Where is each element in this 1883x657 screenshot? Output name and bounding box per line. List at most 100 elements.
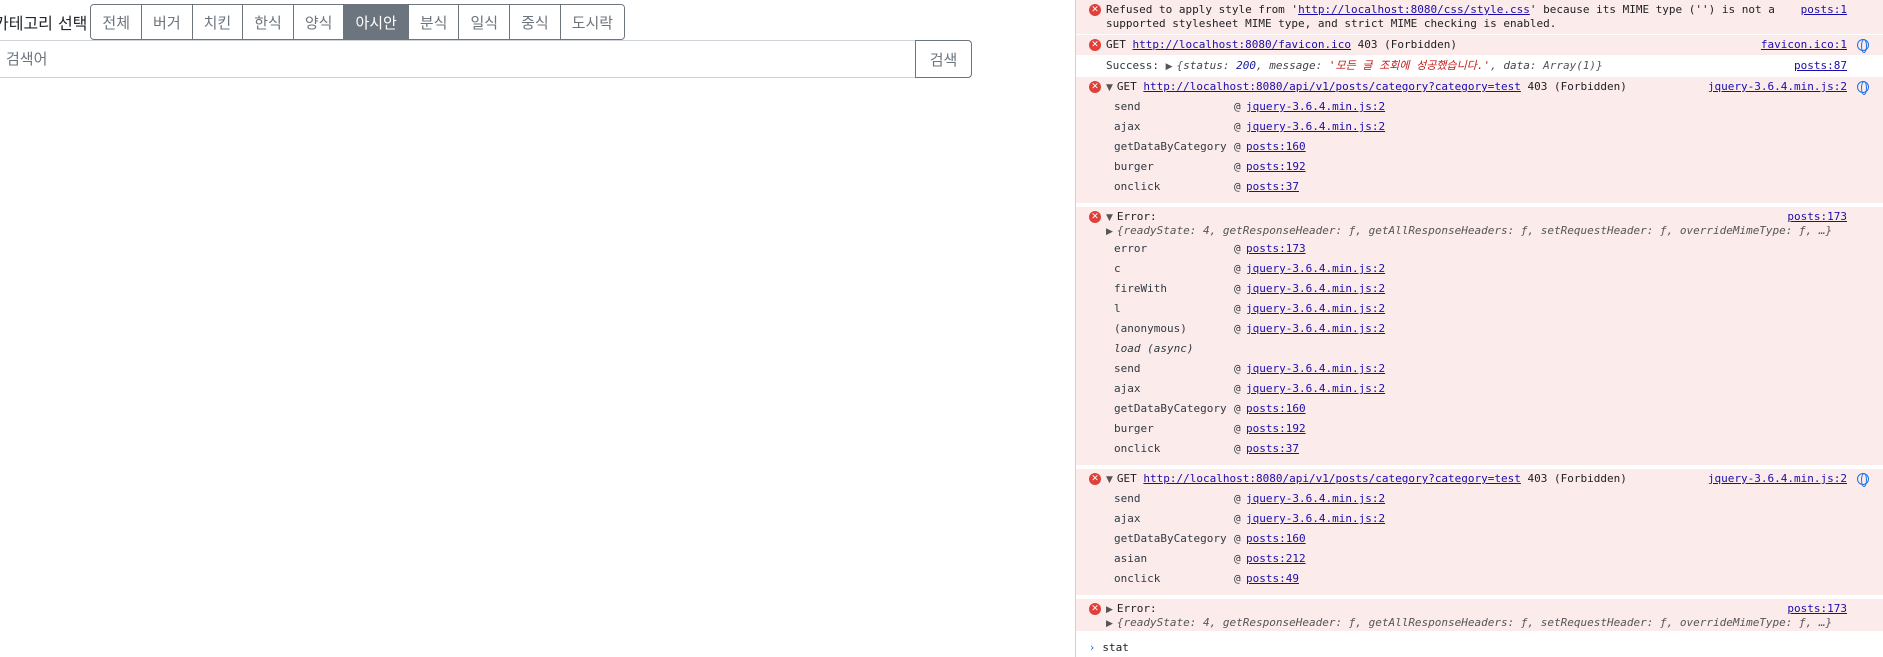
at-symbol: @ (1234, 302, 1241, 315)
stack-source-link[interactable]: jquery-3.6.4.min.js:2 (1246, 489, 1385, 509)
stack-source-link[interactable]: jquery-3.6.4.min.js:2 (1246, 279, 1385, 299)
object-value: 200 (1236, 59, 1257, 72)
stack-source-link[interactable]: jquery-3.6.4.min.js:2 (1246, 117, 1385, 137)
stack-frame: onclick @ posts:49 (1076, 569, 1883, 589)
stack-function: fireWith (1114, 282, 1167, 295)
stack-source-link[interactable]: jquery-3.6.4.min.js:2 (1246, 379, 1385, 399)
stack-source-link[interactable]: posts:37 (1246, 439, 1299, 459)
stack-frame: (anonymous) @ jquery-3.6.4.min.js:2 (1076, 319, 1883, 339)
console-error-stylesheet: ✕ Refused to apply style from 'http://lo… (1076, 0, 1883, 35)
at-symbol: @ (1234, 572, 1241, 585)
stack-source-link[interactable]: posts:160 (1246, 529, 1306, 549)
error-icon: ✕ (1089, 81, 1101, 93)
at-symbol: @ (1234, 512, 1241, 525)
console-error-get-category-asian: ✕ ▼ GET http://localhost:8080/api/v1/post… (1076, 469, 1883, 596)
category-label: 카테고리 선택 (0, 14, 88, 33)
search-bar: 검색 (0, 40, 972, 78)
category-button[interactable]: 일식 (458, 5, 510, 39)
search-button[interactable]: 검색 (915, 40, 972, 78)
at-symbol: @ (1234, 402, 1241, 415)
log-label: Success: (1106, 59, 1159, 72)
category-button[interactable]: 양식 (292, 5, 344, 39)
network-globe-icon[interactable] (1857, 473, 1869, 487)
stack-source-link[interactable]: posts:160 (1246, 399, 1306, 419)
collapse-triangle-icon[interactable]: ▼ (1106, 470, 1113, 490)
category-button[interactable]: 치킨 (191, 5, 243, 39)
request-url-link[interactable]: http://localhost:8080/api/v1/posts/categ… (1143, 472, 1521, 485)
console-error-object: ✕ ▼ Error: posts:173 ▶ {readyState: 4, get… (1076, 207, 1883, 466)
stack-source-link[interactable]: jquery-3.6.4.min.js:2 (1246, 299, 1385, 319)
stack-function: getDataByCategory (1114, 532, 1227, 545)
error-label: Error: (1116, 602, 1157, 615)
console-input-text[interactable]: stat (1102, 641, 1129, 654)
stack-function: onclick (1114, 572, 1161, 585)
at-symbol: @ (1234, 492, 1241, 505)
stack-source-link[interactable]: posts:37 (1246, 177, 1299, 197)
stack-source-link[interactable]: posts:192 (1246, 157, 1306, 177)
stack-source-link[interactable]: jquery-3.6.4.min.js:2 (1246, 319, 1385, 339)
network-globe-icon[interactable] (1857, 81, 1869, 95)
stack-source-link[interactable]: posts:173 (1246, 239, 1306, 259)
stack-frame: onclick @ posts:37 (1076, 439, 1883, 459)
at-symbol: @ (1234, 120, 1241, 133)
source-link[interactable]: favicon.ico:1 (1761, 35, 1847, 55)
category-button[interactable]: 전체 (91, 5, 142, 39)
async-label: load (async) (1114, 342, 1194, 355)
object-key: message (1269, 59, 1316, 72)
stack-frame: burger @ posts:192 (1076, 419, 1883, 439)
stack-source-link[interactable]: jquery-3.6.4.min.js:2 (1246, 97, 1385, 117)
error-icon: ✕ (1089, 211, 1101, 223)
source-link[interactable]: jquery-3.6.4.min.js:2 (1708, 77, 1847, 97)
category-button[interactable]: 중식 (509, 5, 560, 39)
stack-source-link[interactable]: posts:49 (1246, 569, 1299, 589)
category-selector: 카테고리 선택 전체 버거 치킨 한식 양식 아시안 분식 일식 중식 도시락 (0, 4, 626, 40)
category-button[interactable]: 한식 (242, 5, 293, 39)
console-error-favicon: ✕ GET http://localhost:8080/favicon.ico … (1076, 35, 1883, 56)
error-icon: ✕ (1089, 603, 1101, 615)
category-button[interactable]: 분식 (407, 5, 459, 39)
error-icon: ✕ (1089, 39, 1101, 51)
http-status: 403 (Forbidden) (1527, 80, 1627, 93)
stack-frame: send @ jquery-3.6.4.min.js:2 (1076, 489, 1883, 509)
request-url-link[interactable]: http://localhost:8080/api/v1/posts/categ… (1143, 80, 1521, 93)
object-key: status (1183, 59, 1223, 72)
expand-triangle-icon[interactable]: ▶ (1166, 57, 1173, 77)
stack-frame: c @ jquery-3.6.4.min.js:2 (1076, 259, 1883, 279)
stack-source-link[interactable]: posts:160 (1246, 137, 1306, 157)
stack-source-link[interactable]: jquery-3.6.4.min.js:2 (1246, 359, 1385, 379)
category-button[interactable]: 도시락 (559, 5, 625, 39)
stack-source-link[interactable]: jquery-3.6.4.min.js:2 (1246, 509, 1385, 529)
stack-source-link[interactable]: posts:212 (1246, 549, 1306, 569)
http-method: GET (1106, 38, 1126, 51)
prompt-chevron-icon: › (1090, 641, 1095, 654)
at-symbol: @ (1234, 422, 1241, 435)
stack-function: l (1114, 302, 1121, 315)
object-key: data (1503, 59, 1530, 72)
at-symbol: @ (1234, 140, 1241, 153)
stack-source-link[interactable]: posts:192 (1246, 419, 1306, 439)
source-link[interactable]: posts:87 (1794, 56, 1847, 76)
collapse-triangle-icon[interactable]: ▼ (1106, 78, 1113, 98)
category-button-group: 전체 버거 치킨 한식 양식 아시안 분식 일식 중식 도시락 (90, 4, 626, 40)
expand-triangle-icon[interactable]: ▶ (1106, 616, 1113, 632)
stack-function: burger (1114, 422, 1154, 435)
error-icon: ✕ (1089, 4, 1101, 16)
console-text: Refused to apply style from ' (1106, 3, 1299, 16)
at-symbol: @ (1234, 160, 1241, 173)
at-symbol: @ (1234, 552, 1241, 565)
category-button[interactable]: 아시안 (343, 5, 408, 39)
category-button[interactable]: 버거 (141, 5, 192, 39)
source-link[interactable]: jquery-3.6.4.min.js:2 (1708, 469, 1847, 489)
stack-function: getDataByCategory (1114, 140, 1227, 153)
expand-triangle-icon[interactable]: ▶ (1106, 224, 1113, 240)
search-input[interactable] (0, 40, 915, 78)
stack-source-link[interactable]: jquery-3.6.4.min.js:2 (1246, 259, 1385, 279)
stack-frame: ajax @ jquery-3.6.4.min.js:2 (1076, 379, 1883, 399)
stack-frame: asian @ posts:212 (1076, 549, 1883, 569)
console-prompt[interactable]: › stat (1076, 639, 1883, 657)
network-globe-icon[interactable] (1857, 39, 1869, 53)
stylesheet-url-link[interactable]: http://localhost:8080/css/style.css (1298, 3, 1530, 16)
http-status: 403 (Forbidden) (1357, 38, 1458, 51)
favicon-url-link[interactable]: http://localhost:8080/favicon.ico (1133, 38, 1352, 51)
source-link[interactable]: posts:1 (1801, 3, 1847, 17)
